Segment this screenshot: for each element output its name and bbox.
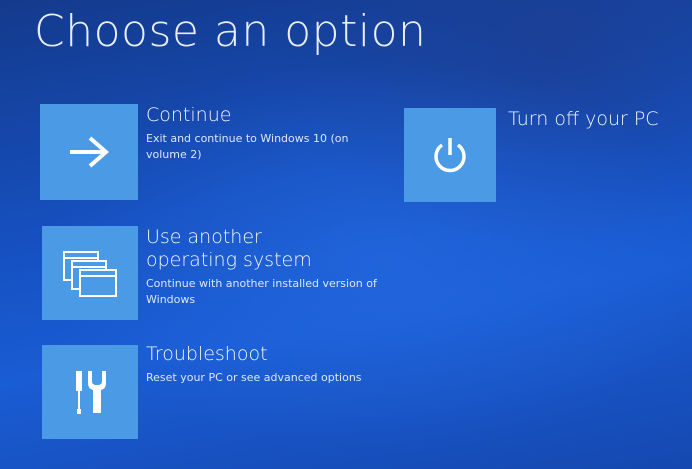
turn-off-tile[interactable]: [404, 108, 496, 202]
troubleshoot-description: Reset your PC or see advanced options: [146, 370, 362, 384]
continue-option[interactable]: Continue Exit and continue to Windows 10…: [146, 104, 376, 163]
use-another-os-label: Use another operating system: [146, 226, 312, 271]
page-title: Choose an option: [34, 6, 427, 57]
continue-description: Exit and continue to Windows 10 (on volu…: [146, 131, 349, 161]
continue-label: Continue: [146, 104, 232, 126]
power-icon: [434, 138, 466, 173]
windows-stack-icon: [63, 251, 117, 297]
troubleshoot-option[interactable]: Troubleshoot Reset your PC or see advanc…: [146, 343, 386, 386]
use-another-os-description: Continue with another installed version …: [146, 276, 377, 306]
turn-off-option[interactable]: Turn off your PC: [508, 108, 683, 131]
troubleshoot-tile[interactable]: [42, 345, 138, 439]
tools-icon: [76, 371, 106, 414]
troubleshoot-label: Troubleshoot: [146, 343, 268, 365]
arrow-right-icon: [70, 136, 110, 168]
turn-off-label: Turn off your PC: [508, 108, 659, 130]
use-another-os-option[interactable]: Use another operating system Continue wi…: [146, 226, 381, 307]
use-another-os-tile[interactable]: [42, 226, 138, 320]
continue-tile[interactable]: [40, 104, 138, 200]
